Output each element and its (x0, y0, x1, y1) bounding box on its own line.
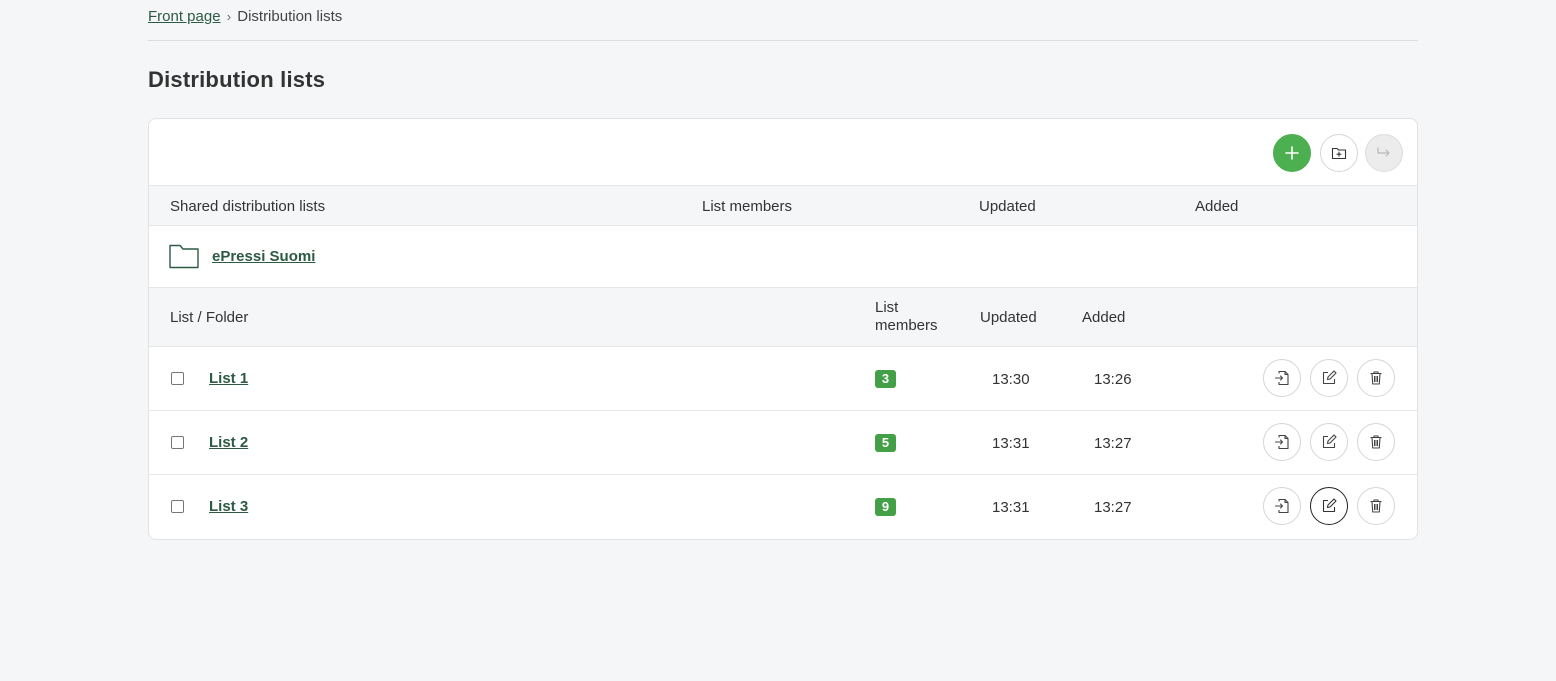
lists-table-header: List / Folder List members Updated Added (149, 288, 1417, 347)
list-members-header: List members (875, 299, 938, 334)
trash-icon (1370, 499, 1382, 513)
move-button[interactable] (1365, 134, 1403, 172)
list-folder-header: List / Folder (170, 309, 249, 326)
list-name-link[interactable]: List 2 (209, 434, 248, 451)
edit-button[interactable] (1310, 359, 1348, 397)
added-header: Added (1082, 309, 1126, 326)
row-checkbox[interactable] (171, 436, 184, 449)
list-name-link[interactable]: List 1 (209, 370, 248, 387)
shared-folder-row: ePressi Suomi (149, 226, 1417, 288)
shared-lists-updated-header: Updated (979, 198, 1036, 215)
member-count-badge: 9 (875, 498, 896, 516)
trash-icon (1370, 435, 1382, 449)
import-file-icon (1274, 434, 1289, 450)
delete-button[interactable] (1357, 487, 1395, 525)
move-arrow-icon (1377, 147, 1390, 157)
import-file-icon (1274, 370, 1289, 386)
table-row: List 3 9 13:31 13:27 (149, 475, 1417, 539)
shared-lists-members-header: List members (702, 198, 793, 215)
updated-header: Updated (980, 309, 1037, 326)
list-name-link[interactable]: List 3 (209, 498, 248, 515)
shared-lists-added-header: Added (1195, 198, 1239, 215)
shared-lists-name-header: Shared distribution lists (170, 198, 326, 215)
folder-icon (169, 244, 199, 269)
updated-time: 13:30 (992, 371, 1030, 388)
breadcrumb-front-page-link[interactable]: Front page (148, 8, 221, 25)
breadcrumb-separator: › (226, 9, 232, 24)
edit-icon (1322, 370, 1337, 385)
breadcrumb-current: Distribution lists (237, 8, 343, 25)
import-button[interactable] (1263, 359, 1301, 397)
row-checkbox[interactable] (171, 500, 184, 513)
updated-time: 13:31 (992, 435, 1030, 452)
plus-icon (1285, 146, 1299, 160)
delete-button[interactable] (1357, 423, 1395, 461)
row-checkbox[interactable] (171, 372, 184, 385)
edit-button[interactable] (1310, 487, 1348, 525)
table-row: List 1 3 13:30 13:26 (149, 347, 1417, 411)
added-time: 13:27 (1094, 499, 1132, 516)
edit-button[interactable] (1310, 423, 1348, 461)
add-list-button[interactable] (1273, 134, 1311, 172)
table-row: List 2 5 13:31 13:27 (149, 411, 1417, 475)
page-title: Distribution lists (148, 67, 326, 92)
new-folder-button[interactable] (1320, 134, 1358, 172)
shared-folder-link[interactable]: ePressi Suomi (212, 248, 315, 265)
edit-icon (1322, 498, 1337, 513)
lists-table-body: List 1 3 13:30 13:26 List 2 5 13:31 13:2… (149, 347, 1417, 539)
shared-lists-header: Shared distribution lists List members U… (149, 186, 1417, 226)
edit-icon (1322, 434, 1337, 449)
import-file-icon (1274, 498, 1289, 514)
member-count-badge: 3 (875, 370, 896, 388)
toolbar (149, 119, 1417, 186)
breadcrumb: Front page › Distribution lists (148, 0, 1418, 41)
member-count-badge: 5 (875, 434, 896, 452)
added-time: 13:27 (1094, 435, 1132, 452)
import-button[interactable] (1263, 423, 1301, 461)
trash-icon (1370, 371, 1382, 385)
added-time: 13:26 (1094, 371, 1132, 388)
import-button[interactable] (1263, 487, 1301, 525)
page-container: Front page › Distribution lists Distribu… (148, 0, 1418, 540)
folder-plus-icon (1331, 147, 1347, 160)
updated-time: 13:31 (992, 499, 1030, 516)
distribution-lists-card: Shared distribution lists List members U… (148, 118, 1418, 540)
delete-button[interactable] (1357, 359, 1395, 397)
